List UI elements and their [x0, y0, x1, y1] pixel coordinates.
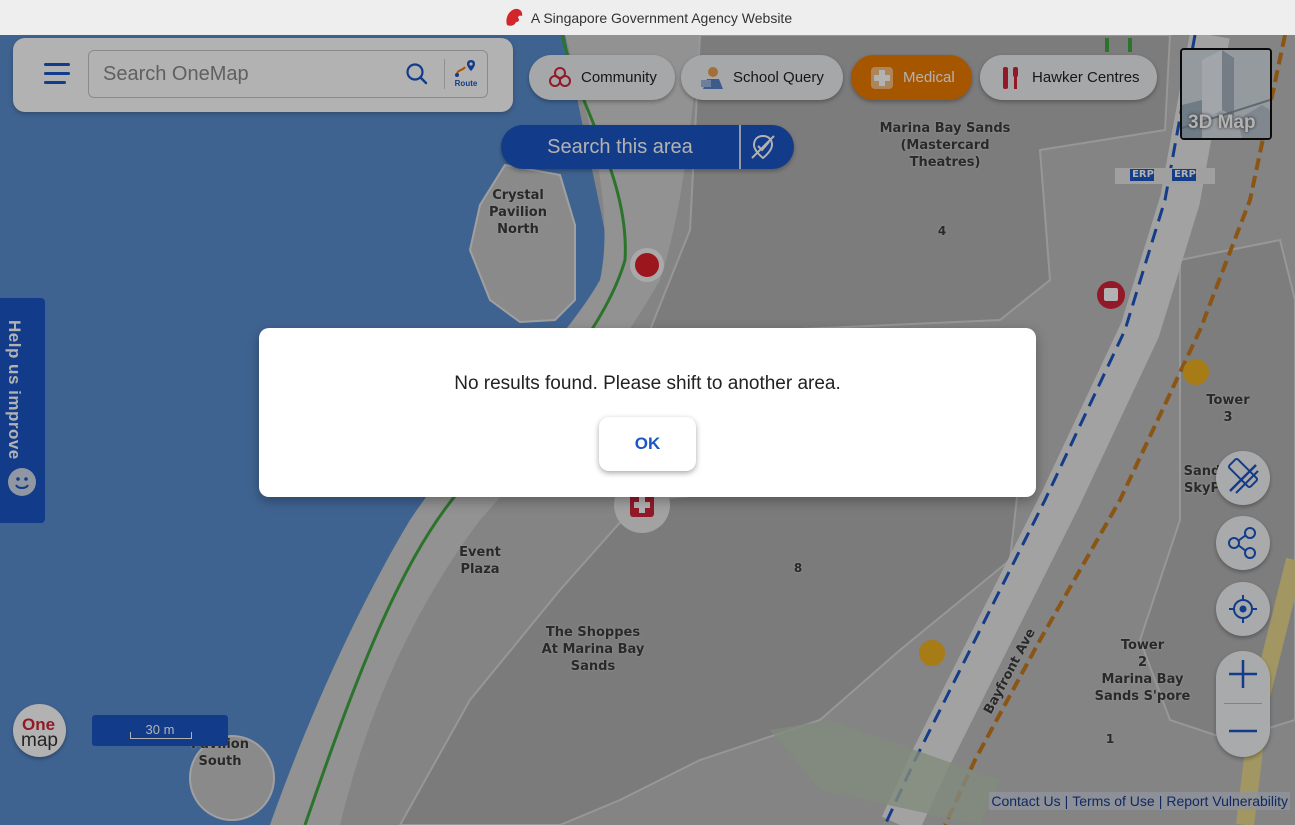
lion-head-icon — [506, 8, 523, 26]
dialog-message: No results found. Please shift to anothe… — [454, 373, 841, 394]
no-results-dialog: No results found. Please shift to anothe… — [259, 328, 1036, 497]
ok-button[interactable]: OK — [599, 417, 696, 471]
gov-banner-text: A Singapore Government Agency Website — [530, 9, 793, 26]
gov-banner: A Singapore Government Agency Website — [0, 0, 1295, 35]
